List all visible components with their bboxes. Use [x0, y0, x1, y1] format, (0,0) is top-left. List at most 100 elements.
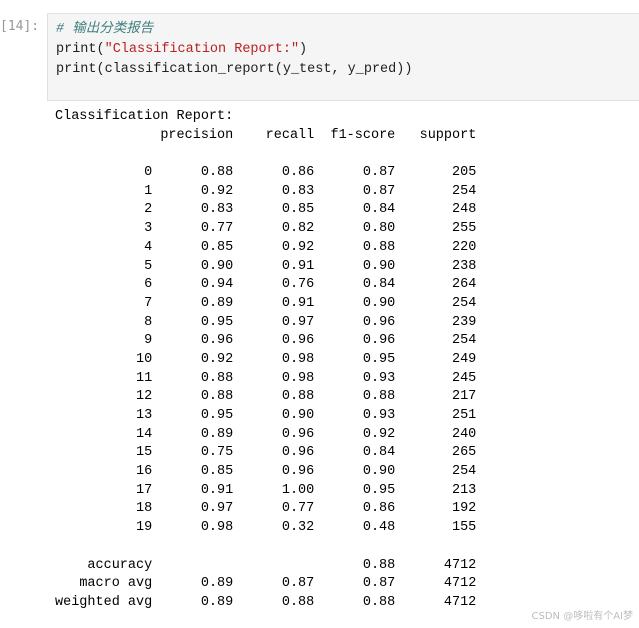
report-cell-precision: 0.83 — [200, 202, 234, 218]
report-cell-f1: 0.96 — [362, 333, 396, 349]
report-cell-f1: 0.96 — [362, 314, 396, 330]
report-cell-support: 155 — [451, 520, 477, 536]
report-cell-recall: 0.98 — [281, 370, 315, 386]
report-cell-support: 192 — [451, 501, 477, 517]
report-cell-label: weighted avg — [55, 594, 153, 610]
report-cell-recall: 0.92 — [281, 239, 315, 255]
report-cell-precision: 0.95 — [200, 408, 234, 423]
report-row: 18 0.97 0.77 0.86 192 — [55, 501, 476, 516]
report-cell-label: accuracy — [87, 557, 153, 573]
report-cell-precision: 0.97 — [200, 501, 234, 517]
code-print-close: ) — [299, 42, 308, 57]
report-row: 0 0.88 0.86 0.87 205 — [55, 165, 476, 180]
report-cell-label: 10 — [136, 351, 153, 367]
report-row: 2 0.83 0.85 0.84 248 — [55, 202, 476, 217]
code-string-literal: "Classification Report:" — [104, 42, 300, 57]
report-cell-f1: 0.90 — [362, 295, 396, 311]
report-cell-f1: 0.87 — [362, 576, 396, 592]
report-cell-label: 1 — [144, 183, 153, 199]
report-cell-recall: 0.88 — [281, 594, 315, 610]
report-title: Classification Report: — [55, 109, 234, 124]
report-cell-support: 254 — [451, 464, 477, 480]
report-cell-label: 13 — [136, 408, 153, 423]
report-cell-f1: 0.95 — [362, 351, 396, 367]
report-cell-label: 8 — [144, 314, 153, 330]
report-cell-f1: 0.95 — [362, 482, 396, 498]
report-cell-precision: 0.95 — [200, 314, 234, 330]
report-cell-precision: 0.85 — [200, 464, 234, 480]
report-cell-recall: 0.88 — [281, 389, 315, 405]
report-row: 10 0.92 0.98 0.95 249 — [55, 352, 476, 367]
report-cell-label: 17 — [136, 482, 153, 498]
report-cell-label: 5 — [144, 258, 153, 274]
report-cell-f1: 0.86 — [362, 501, 396, 517]
report-row: 13 0.95 0.90 0.93 251 — [55, 408, 476, 423]
report-cell-label: 18 — [136, 501, 153, 517]
report-cell-label: 11 — [136, 370, 153, 386]
report-cell-support: 213 — [451, 482, 477, 498]
report-cell-recall: 1.00 — [281, 482, 315, 498]
report-row: 19 0.98 0.32 0.48 155 — [55, 520, 476, 535]
report-summary-row: weighted avg 0.89 0.88 0.88 4712 — [55, 595, 476, 610]
code-text: # 输出分类报告 print("Classification Report:")… — [56, 20, 412, 80]
report-row: 15 0.75 0.96 0.84 265 — [55, 445, 476, 460]
report-row: 8 0.95 0.97 0.96 239 — [55, 315, 476, 330]
report-cell-support: 254 — [452, 333, 477, 349]
report-cell-recall: 0.97 — [281, 314, 315, 330]
report-cell-support: 220 — [452, 239, 477, 255]
report-cell-support: 239 — [452, 314, 477, 330]
report-cell-precision: 0.89 — [200, 295, 234, 311]
report-row: 5 0.90 0.91 0.90 238 — [55, 259, 476, 274]
report-cell-f1: 0.84 — [362, 202, 396, 218]
report-row: 7 0.89 0.91 0.90 254 — [55, 296, 476, 311]
report-row: 17 0.91 1.00 0.95 213 — [55, 483, 476, 498]
report-cell-label: 6 — [144, 277, 153, 293]
report-cell-f1: 0.90 — [362, 464, 396, 480]
report-cell-support: 251 — [451, 408, 477, 423]
report-cell-recall: 0.96 — [281, 464, 315, 480]
report-cell-recall: 0.86 — [281, 165, 315, 181]
report-header-cell: f1-score — [330, 127, 396, 143]
report-cell-precision: 0.96 — [200, 333, 234, 349]
code-print-open: print( — [56, 42, 105, 57]
report-cell-f1: 0.93 — [362, 370, 396, 386]
report-cell-support: 240 — [451, 426, 477, 442]
report-cell-recall: 0.91 — [281, 258, 315, 274]
report-cell-recall: 0.85 — [281, 202, 315, 218]
report-cell-f1: 0.48 — [362, 520, 396, 536]
report-header-cell: recall — [265, 127, 315, 143]
report-cell-precision: 0.92 — [200, 351, 234, 367]
report-cell-support: 4712 — [443, 557, 477, 573]
report-cell-support: 205 — [452, 165, 477, 181]
report-row: 1 0.92 0.83 0.87 254 — [55, 184, 476, 199]
report-summary-row: macro avg 0.89 0.87 0.87 4712 — [55, 576, 476, 591]
report-header-cell: support — [419, 127, 477, 143]
report-cell-recall: 0.82 — [281, 221, 315, 237]
report-row: 3 0.77 0.82 0.80 255 — [55, 221, 476, 236]
report-cell-recall: 0.96 — [281, 426, 315, 442]
report-cell-recall: 0.96 — [281, 445, 315, 461]
report-cell-precision: 0.88 — [200, 165, 234, 181]
report-cell-support: 238 — [452, 258, 477, 274]
report-cell-label: 7 — [144, 295, 153, 311]
report-cell-precision: 0.88 — [200, 370, 234, 386]
report-cell-precision: 0.92 — [200, 183, 234, 199]
report-cell-label: 2 — [144, 202, 153, 218]
report-cell-f1: 0.84 — [362, 277, 396, 293]
report-cell-precision: 0.88 — [200, 389, 234, 405]
code-cell-input[interactable]: # 输出分类报告 print("Classification Report:")… — [47, 13, 639, 101]
report-row: 12 0.88 0.88 0.88 217 — [55, 389, 476, 404]
report-cell-recall: 0.98 — [281, 351, 315, 367]
report-row: 9 0.96 0.96 0.96 254 — [55, 333, 476, 348]
report-row: 11 0.88 0.98 0.93 245 — [55, 371, 476, 386]
report-cell-precision: 0.90 — [200, 258, 234, 274]
report-row: 6 0.94 0.76 0.84 264 — [55, 277, 476, 292]
report-cell-precision: 0.94 — [200, 277, 234, 293]
report-cell-f1: 0.93 — [362, 408, 396, 423]
report-cell-recall: 0.96 — [281, 333, 315, 349]
report-cell-recall: 0.76 — [281, 277, 315, 293]
report-cell-f1: 0.88 — [362, 239, 396, 255]
report-cell-label: 14 — [136, 426, 153, 442]
report-cell-support: 254 — [452, 183, 477, 199]
report-cell-support: 217 — [451, 389, 477, 405]
